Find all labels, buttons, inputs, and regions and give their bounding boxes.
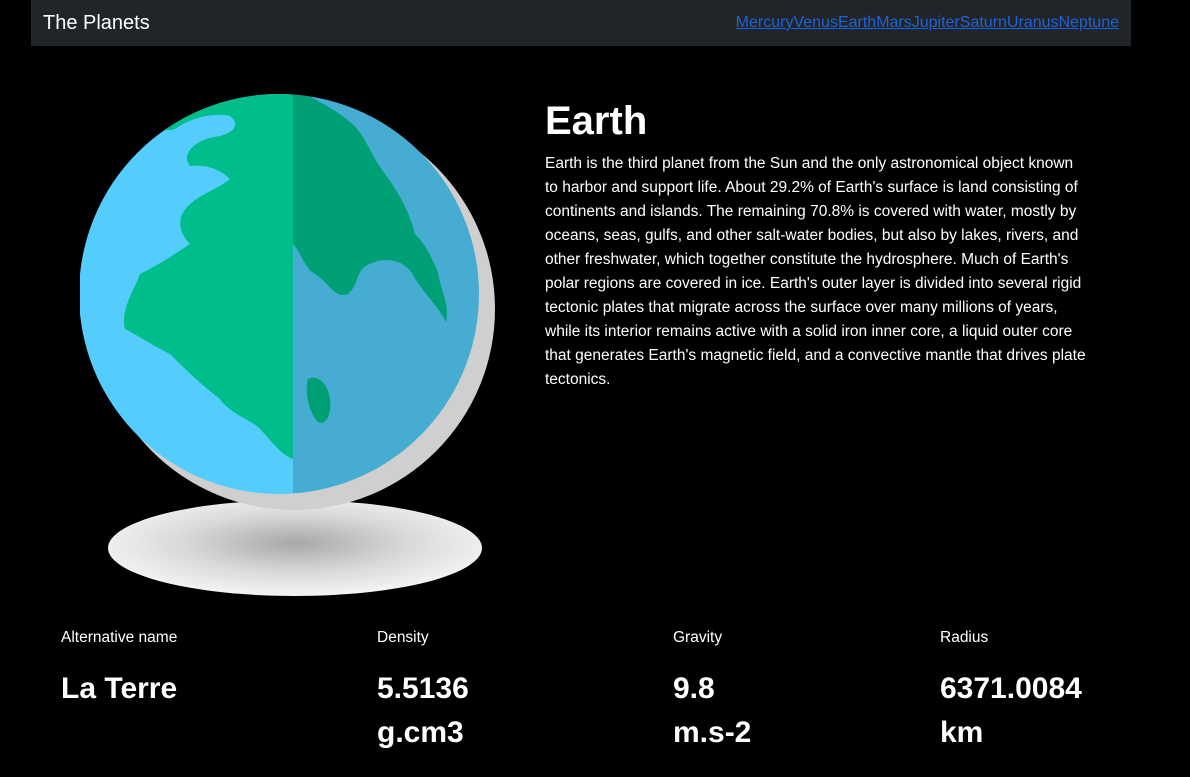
- nav-link-jupiter[interactable]: Jupiter: [912, 14, 960, 32]
- nav-link-venus[interactable]: Venus: [793, 14, 837, 32]
- stat-density: Density 5.5136 g.cm3: [377, 626, 637, 755]
- stat-label: Alternative name: [61, 629, 178, 646]
- site-brand[interactable]: The Planets: [43, 12, 150, 35]
- stat-gravity: Gravity 9.8 m.s-2: [673, 626, 903, 755]
- stat-value: 6371.0084 km: [940, 667, 1180, 755]
- stat-radius: Radius 6371.0084 km: [940, 626, 1180, 755]
- planet-image: [79, 94, 500, 599]
- stat-label: Radius: [940, 629, 989, 646]
- stat-value: La Terre: [61, 672, 178, 705]
- top-navbar: The Planets Mercury Venus Earth Mars Jup…: [31, 0, 1131, 46]
- planet-description: Earth is the third planet from the Sun a…: [545, 155, 1086, 388]
- nav-link-mars[interactable]: Mars: [876, 14, 912, 32]
- stat-number: 6371.0084: [940, 672, 1082, 705]
- stat-alternative-name: Alternative name La Terre: [61, 626, 341, 711]
- stat-label: Gravity: [673, 629, 723, 646]
- stat-value: 5.5136 g.cm3: [377, 667, 637, 755]
- nav-link-mercury[interactable]: Mercury: [736, 14, 794, 32]
- planet-title: Earth: [545, 99, 648, 143]
- nav-link-saturn[interactable]: Saturn: [960, 14, 1007, 32]
- nav-link-neptune[interactable]: Neptune: [1059, 14, 1120, 32]
- stat-number: 5.5136: [377, 672, 469, 705]
- planet-nav-links: Mercury Venus Earth Mars Jupiter Saturn …: [736, 14, 1119, 32]
- stat-unit: m.s-2: [673, 716, 752, 749]
- stat-label: Density: [377, 629, 429, 646]
- earth-globe-icon: [79, 94, 495, 596]
- stat-value: 9.8 m.s-2: [673, 667, 903, 755]
- stat-number: 9.8: [673, 672, 715, 705]
- nav-link-earth[interactable]: Earth: [838, 14, 876, 32]
- stat-unit: g.cm3: [377, 716, 464, 749]
- stat-unit: km: [940, 716, 984, 749]
- nav-link-uranus[interactable]: Uranus: [1007, 14, 1059, 32]
